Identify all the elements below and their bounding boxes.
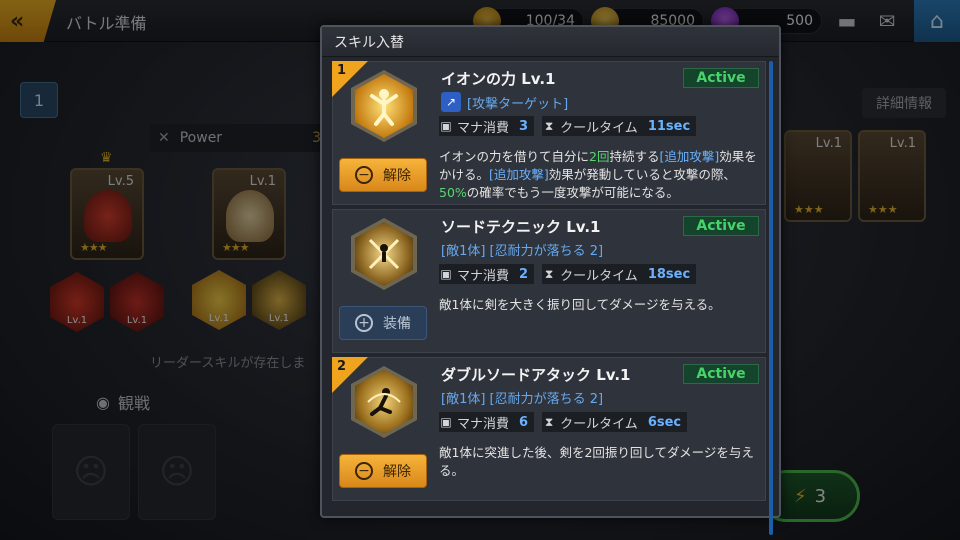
mana-stat: ▣ マナ消費 2	[439, 264, 535, 284]
skill-icon-frame	[351, 366, 417, 438]
skill-tags: [敵1体] [忍耐力が落ちる 2]	[441, 240, 603, 259]
modal-title: スキル入替	[322, 27, 779, 57]
mana-value: 6	[519, 414, 529, 430]
mana-value: 3	[519, 118, 529, 134]
desc-text: の確率でもう一度攻撃が可能になる。	[466, 185, 679, 200]
desc-highlight: 2回	[589, 149, 610, 164]
minus-icon: −	[355, 462, 373, 480]
skill-tag-text: [攻撃ターゲット]	[467, 96, 569, 112]
equip-label: 装備	[383, 316, 411, 332]
cube-icon: ▣	[440, 119, 452, 133]
skill-icon-frame	[351, 218, 417, 290]
release-button[interactable]: − 解除	[339, 158, 427, 192]
mana-value: 2	[519, 266, 529, 282]
desc-highlight: 50%	[439, 185, 467, 200]
desc-text: 効果が発動していると攻撃の際、	[548, 167, 736, 182]
skill-name: ダブルソードアタック Lv.1	[441, 366, 631, 384]
skill-card-sword-technique: ソードテクニック Lv.1 Active [敵1体] [忍耐力が落ちる 2] ▣…	[332, 209, 766, 353]
double-sword-icon	[355, 370, 413, 434]
mana-label: マナ消費	[457, 268, 510, 284]
skill-stats: ▣ マナ消費 6 ⧗ クールタイム 6sec	[439, 412, 719, 432]
desc-highlight: [追加攻撃]	[489, 167, 549, 182]
cooldown-label: クールタイム	[560, 268, 638, 284]
cooldown-stat: ⧗ クールタイム 6sec	[542, 412, 688, 432]
skill-card-ion-power: 1 イオンの力 Lv.1 Active ↗ [攻撃ターゲット] ▣ マナ消費 3…	[332, 61, 766, 205]
equip-button[interactable]: + 装備	[339, 306, 427, 340]
mana-label: マナ消費	[457, 120, 510, 136]
mana-label: マナ消費	[457, 416, 510, 432]
status-badge: Active	[683, 364, 759, 384]
cube-icon: ▣	[440, 415, 452, 429]
skill-name: イオンの力 Lv.1	[441, 70, 556, 88]
skill-description: 敵1体に突進した後、剣を2回振り回してダメージを与える。	[439, 445, 754, 478]
scrollbar[interactable]	[769, 61, 773, 535]
skill-tag-text: [敵1体] [忍耐力が落ちる 2]	[441, 244, 604, 259]
skill-name: ソードテクニック Lv.1	[441, 218, 601, 236]
skill-description: 敵1体に剣を大きく振り回してダメージを与える。	[439, 297, 721, 312]
skill-card-double-sword-attack: 2 ダブルソードアタック Lv.1 Active [敵1体] [忍耐力が落ちる …	[332, 357, 766, 501]
skill-swap-modal: スキル入替 1 イオンの力 Lv.1 Active ↗ [攻撃ターゲット] ▣ …	[320, 25, 781, 535]
release-button[interactable]: − 解除	[339, 454, 427, 488]
skill-icon-frame	[351, 70, 417, 142]
skill-description: イオンの力を借りて自分に2回持続する[追加攻撃]効果をかける。[追加攻撃]効果が…	[439, 148, 761, 202]
skill-tags: [敵1体] [忍耐力が落ちる 2]	[441, 388, 603, 407]
cooldown-stat: ⧗ クールタイム 18sec	[542, 264, 697, 284]
skill-tag-text: [敵1体] [忍耐力が落ちる 2]	[441, 392, 604, 407]
skill-stats: ▣ マナ消費 2 ⧗ クールタイム 18sec	[439, 264, 719, 284]
target-icon: ↗	[441, 92, 461, 112]
desc-text: 持続する	[609, 149, 660, 164]
release-label: 解除	[383, 464, 411, 480]
desc-highlight: [追加攻撃]	[659, 149, 720, 164]
skill-tags: ↗ [攻撃ターゲット]	[441, 92, 568, 112]
sword-technique-icon	[355, 222, 413, 286]
cooldown-value: 11sec	[647, 118, 691, 134]
release-label: 解除	[383, 168, 411, 184]
mana-stat: ▣ マナ消費 6	[439, 412, 535, 432]
cooldown-stat: ⧗ クールタイム 11sec	[542, 116, 697, 136]
minus-icon: −	[355, 166, 373, 184]
cube-icon: ▣	[440, 267, 452, 281]
hourglass-icon: ⧗	[544, 266, 554, 281]
desc-text: イオンの力を借りて自分に	[439, 149, 590, 164]
status-badge: Active	[683, 68, 759, 88]
mana-stat: ▣ マナ消費 3	[439, 116, 535, 136]
cooldown-value: 6sec	[647, 414, 682, 430]
hourglass-icon: ⧗	[544, 118, 554, 133]
status-badge: Active	[683, 216, 759, 236]
cooldown-value: 18sec	[647, 266, 691, 282]
cooldown-label: クールタイム	[560, 416, 638, 432]
cooldown-label: クールタイム	[560, 120, 638, 136]
plus-icon: +	[355, 314, 373, 332]
hourglass-icon: ⧗	[544, 414, 554, 429]
skill-stats: ▣ マナ消費 3 ⧗ クールタイム 11sec	[439, 116, 719, 136]
ion-power-icon	[355, 74, 413, 138]
